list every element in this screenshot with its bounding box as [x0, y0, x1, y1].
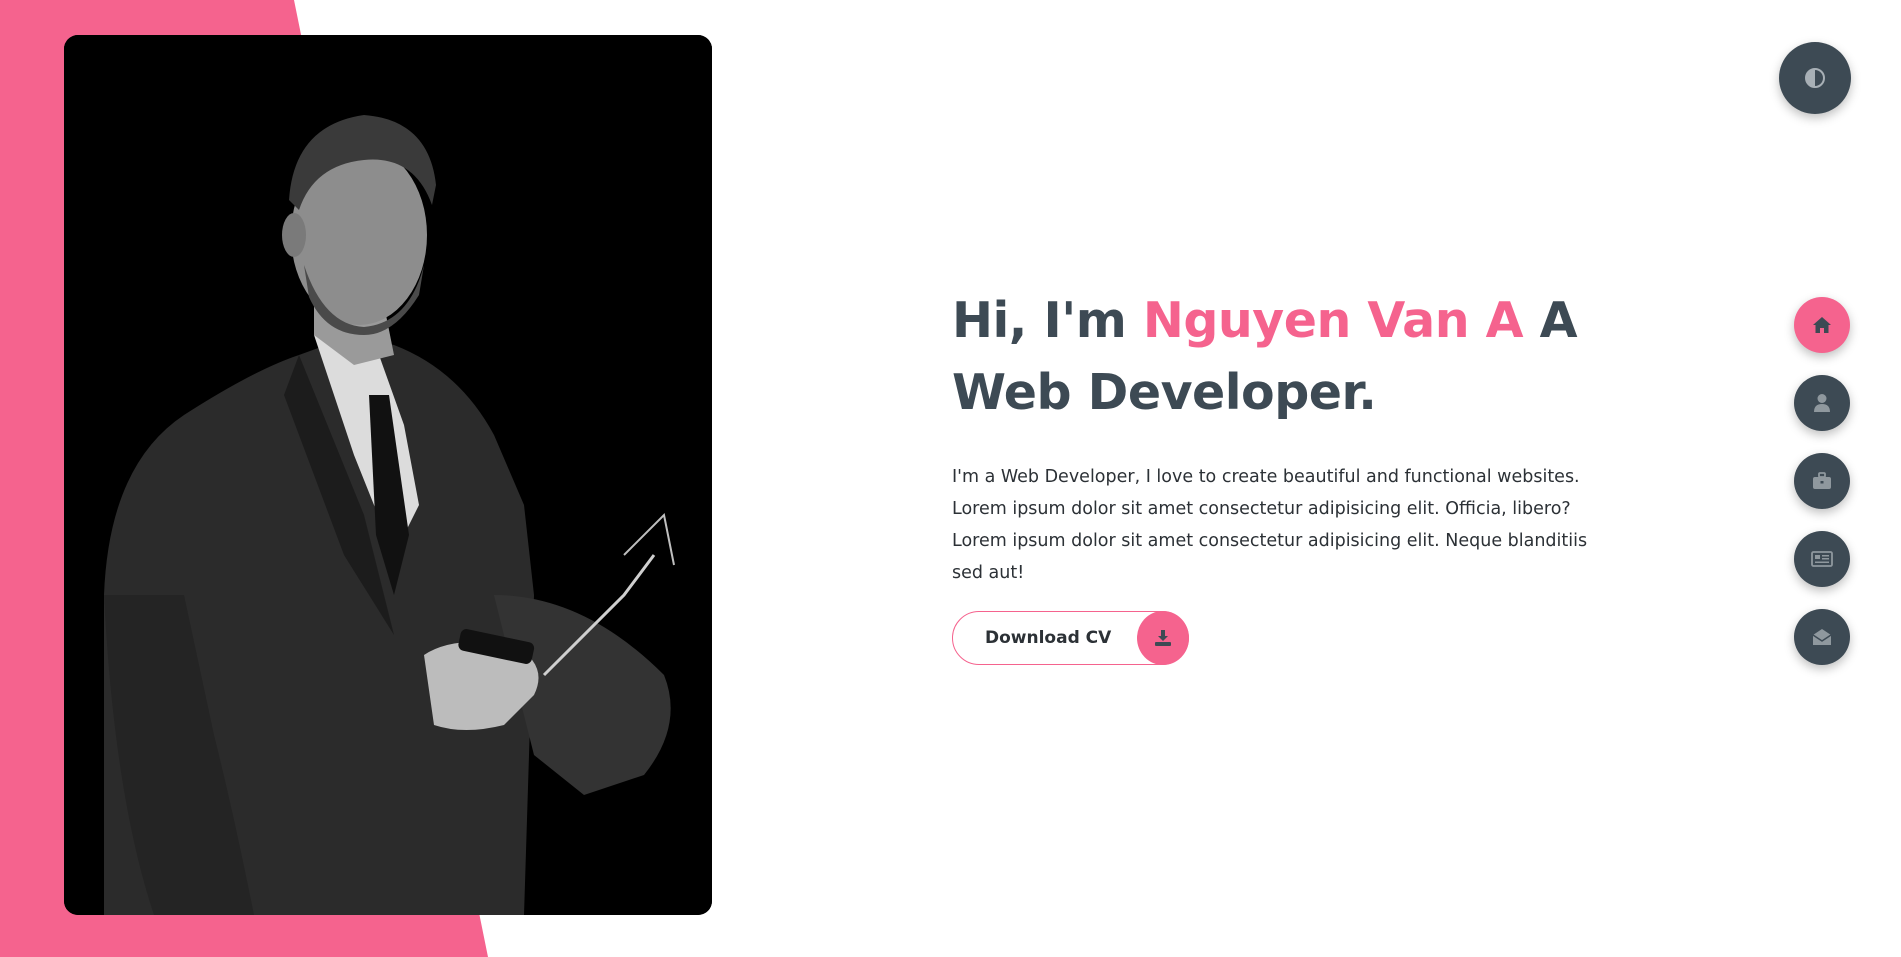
- hero-headline: Hi, I'm Nguyen Van A A Web Developer.: [952, 285, 1592, 429]
- download-cv-button[interactable]: Download CV: [952, 611, 1189, 665]
- newspaper-icon: [1811, 551, 1833, 567]
- role-line1: A: [1523, 292, 1578, 349]
- role-line2: Web Developer.: [952, 364, 1377, 421]
- person-portrait: [64, 35, 712, 915]
- download-icon[interactable]: [1137, 611, 1189, 665]
- portrait-image: [64, 35, 712, 915]
- home-icon: [1813, 317, 1831, 333]
- contrast-icon: [1805, 68, 1825, 88]
- download-cv-label: Download CV: [985, 628, 1112, 648]
- hero-name: Nguyen Van A: [1142, 292, 1524, 349]
- theme-toggle-button[interactable]: [1779, 42, 1851, 114]
- hero-bio: I'm a Web Developer, I love to create be…: [952, 467, 1588, 583]
- page: Hi, I'm Nguyen Van A A Web Developer. I'…: [0, 0, 1901, 957]
- nav-portfolio-button[interactable]: [1794, 453, 1850, 509]
- nav-about-button[interactable]: [1794, 375, 1850, 431]
- user-icon: [1814, 394, 1830, 412]
- side-nav: [1794, 297, 1850, 687]
- hero-section: Hi, I'm Nguyen Van A A Web Developer. I'…: [952, 285, 1592, 665]
- nav-home-button[interactable]: [1794, 297, 1850, 353]
- nav-blogs-button[interactable]: [1794, 531, 1850, 587]
- greeting-text: Hi, I'm: [952, 292, 1143, 349]
- envelope-open-icon: [1812, 629, 1832, 645]
- briefcase-icon: [1813, 472, 1831, 489]
- nav-contact-button[interactable]: [1794, 609, 1850, 665]
